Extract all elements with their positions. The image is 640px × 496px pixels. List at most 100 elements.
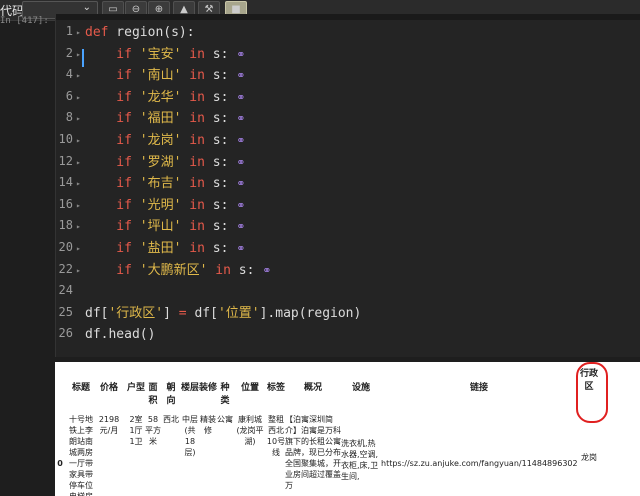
line-number: 26 bbox=[58, 326, 73, 341]
cell-header-strip bbox=[56, 14, 640, 20]
code-line[interactable]: 22 ▸ if '大鹏新区' in s: ⚭ bbox=[56, 262, 640, 284]
collapsed-ellipsis-icon[interactable]: ⚭ bbox=[262, 264, 271, 277]
line-number: 20 bbox=[58, 240, 73, 254]
line-number: 18 bbox=[58, 218, 73, 233]
line-number: 6 bbox=[65, 88, 73, 103]
collapsed-ellipsis-icon[interactable]: ⚭ bbox=[236, 69, 245, 82]
code-line[interactable]: 18 ▸ if '坪山' in s: ⚭ bbox=[56, 218, 640, 240]
fold-arrow-icon[interactable]: ▸ bbox=[76, 244, 81, 253]
code-line[interactable]: 25 df['行政区'] = df['位置'].map(region) bbox=[56, 305, 640, 327]
fold-arrow-icon[interactable]: ▸ bbox=[76, 201, 81, 210]
line-number: 24 bbox=[58, 283, 73, 298]
code-text: if '盐田' in s: ⚭ bbox=[85, 241, 245, 256]
code-line[interactable]: 14 ▸ if '布吉' in s: ⚭ bbox=[56, 175, 640, 197]
column-header: 链接 bbox=[469, 383, 488, 393]
column-header: 面积 bbox=[148, 383, 158, 406]
table-cell: 整租西北10号线 bbox=[266, 415, 286, 457]
code-line[interactable]: 8 ▸ if '福田' in s: ⚭ bbox=[56, 110, 640, 132]
line-number: 25 bbox=[58, 304, 73, 319]
collapsed-ellipsis-icon[interactable]: ⚭ bbox=[236, 91, 245, 104]
column-header: 位置 bbox=[240, 383, 259, 393]
code-text: if '布吉' in s: ⚭ bbox=[85, 176, 245, 192]
column-header: 楼层 bbox=[181, 383, 200, 393]
table-cell: 精装修 bbox=[200, 415, 216, 435]
code-line[interactable]: 1 ▸ def region(s): bbox=[56, 24, 640, 46]
code-text: if '龙华' in s: ⚭ bbox=[85, 89, 245, 105]
column-header: 标题 bbox=[71, 383, 90, 393]
code-line[interactable]: 4 ▸ if '南山' in s: ⚭ bbox=[56, 67, 640, 89]
table-cell[interactable]: https://sz.zu.anjuke.com/fangyuan/114848… bbox=[381, 458, 577, 469]
collapsed-ellipsis-icon[interactable]: ⚭ bbox=[236, 220, 245, 233]
code-text: if '坪山' in s: ⚭ bbox=[85, 219, 245, 235]
collapsed-ellipsis-icon[interactable]: ⚭ bbox=[236, 112, 245, 125]
fold-arrow-icon[interactable]: ▸ bbox=[76, 28, 81, 37]
table-cell: 【泊寓深圳简介】泊寓是万科旗下的长租公寓品牌，现已分布全国聚集城，开业房间超过覆… bbox=[285, 415, 341, 490]
line-number: 14 bbox=[58, 175, 73, 190]
line-number: 4 bbox=[65, 67, 73, 82]
code-text: def region(s): bbox=[85, 25, 195, 40]
line-number: 8 bbox=[65, 110, 73, 125]
column-header: 价格 bbox=[99, 383, 118, 393]
code-text: if '大鹏新区' in s: ⚭ bbox=[85, 262, 271, 278]
line-number: 22 bbox=[58, 261, 73, 276]
code-line[interactable]: 12 ▸ if '罗湖' in s: ⚭ bbox=[56, 154, 640, 176]
chevron-down-icon: ⌄ bbox=[82, 2, 91, 13]
code-line[interactable]: 10 ▸ if '龙岗' in s: ⚭ bbox=[56, 132, 640, 154]
code-text: df['行政区'] = df['位置'].map(region) bbox=[85, 305, 362, 321]
code-line[interactable]: 2 ▸ if '宝安' in s: ⚭ bbox=[56, 46, 640, 68]
column-header: 设施 bbox=[351, 383, 370, 393]
table-cell: 58平方米 bbox=[145, 415, 161, 446]
collapsed-ellipsis-icon[interactable]: ⚭ bbox=[236, 199, 245, 212]
fold-arrow-icon[interactable]: ▸ bbox=[76, 71, 81, 80]
table-cell: 康利城 (龙岗平湖) bbox=[236, 415, 264, 446]
code-text: if '龙岗' in s: ⚭ bbox=[85, 133, 245, 148]
code-text: if '南山' in s: ⚭ bbox=[85, 68, 245, 84]
code-cell[interactable]: 1 ▸ def region(s): 2 ▸ if '宝安' in s: ⚭ 4 ▸ if … bbox=[55, 14, 640, 357]
code-text: df.head() bbox=[85, 327, 156, 343]
table-cell: 十号地铁上李朗站南城两房一厅带家具带停车位电梯房 bbox=[69, 415, 93, 496]
line-number: 1 bbox=[65, 24, 73, 38]
fold-arrow-icon[interactable]: ▸ bbox=[76, 114, 81, 123]
fold-arrow-icon[interactable]: ▸ bbox=[76, 158, 81, 167]
column-header: 朝向 bbox=[166, 383, 176, 406]
code-text: if '福田' in s: ⚭ bbox=[85, 111, 245, 127]
row-index: 0 bbox=[57, 459, 63, 468]
code-line[interactable]: 6 ▸ if '龙华' in s: ⚭ bbox=[56, 89, 640, 111]
column-header: 标签 bbox=[266, 383, 285, 393]
text-cursor bbox=[82, 49, 84, 67]
fold-arrow-icon[interactable]: ▸ bbox=[76, 222, 81, 231]
dataframe-output: 标题 价格 户型 面积 朝向 楼层 装修 种类 位置 标签 概况 设施 链接 行政区 0 十号地铁上李朗站南… bbox=[55, 362, 640, 496]
code-line[interactable]: 20 ▸ if '盐田' in s: ⚭ bbox=[56, 240, 640, 262]
column-header: 概况 bbox=[303, 383, 322, 393]
table-cell: 洗衣机,热水器,空调,衣柜,床,卫生间, bbox=[341, 439, 379, 481]
column-header: 户型 bbox=[127, 383, 146, 393]
table-cell: 中层(共18层) bbox=[182, 415, 198, 457]
cell-prompt: In [417]: bbox=[0, 16, 49, 26]
line-number: 12 bbox=[58, 153, 73, 168]
table-cell: 西北 bbox=[163, 415, 179, 424]
fold-arrow-icon[interactable]: ▸ bbox=[76, 266, 81, 275]
collapsed-ellipsis-icon[interactable]: ⚭ bbox=[236, 48, 245, 61]
fold-arrow-icon[interactable]: ▸ bbox=[76, 136, 81, 145]
fold-arrow-icon[interactable]: ▸ bbox=[76, 179, 81, 188]
collapsed-ellipsis-icon[interactable]: ⚭ bbox=[236, 242, 245, 255]
code-line[interactable]: 24 bbox=[56, 283, 640, 305]
code-line[interactable]: 26 df.head() bbox=[56, 326, 640, 348]
line-number: 2 bbox=[65, 45, 73, 60]
code-text: if '光明' in s: ⚭ bbox=[85, 197, 245, 213]
line-number: 10 bbox=[58, 132, 73, 146]
fold-arrow-icon[interactable]: ▸ bbox=[76, 50, 81, 59]
column-header: 装修 bbox=[199, 383, 218, 393]
collapsed-ellipsis-icon[interactable]: ⚭ bbox=[236, 156, 245, 169]
fold-arrow-icon[interactable]: ▸ bbox=[76, 93, 81, 102]
line-number: 16 bbox=[58, 196, 73, 211]
code-text: if '宝安' in s: ⚭ bbox=[85, 46, 245, 62]
highlight-circle bbox=[576, 362, 608, 423]
table-cell: 公寓 bbox=[217, 415, 233, 424]
collapsed-ellipsis-icon[interactable]: ⚭ bbox=[236, 134, 245, 147]
table-header: 标题 价格 户型 面积 朝向 楼层 装修 种类 位置 标签 概况 设施 链接 行政区 bbox=[55, 362, 640, 412]
code-line[interactable]: 16 ▸ if '光明' in s: ⚭ bbox=[56, 197, 640, 219]
table-cell: 龙岗 bbox=[581, 453, 597, 462]
collapsed-ellipsis-icon[interactable]: ⚭ bbox=[236, 177, 245, 190]
code-text: if '罗湖' in s: ⚭ bbox=[85, 154, 245, 170]
